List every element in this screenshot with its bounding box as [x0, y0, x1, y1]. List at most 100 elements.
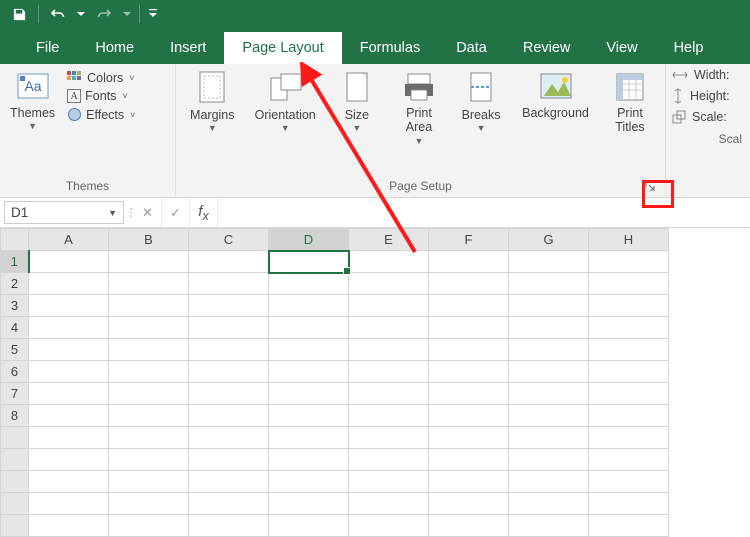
enter-formula-button[interactable]: ✓ [162, 198, 190, 227]
row-header-10[interactable] [1, 449, 29, 471]
row-header-2[interactable]: 2 [1, 273, 29, 295]
height-label: Height: [690, 89, 730, 103]
formula-bar: D1 ▼ ⋮ ✕ ✓ fx [0, 198, 750, 228]
col-header-d[interactable]: D [269, 229, 349, 251]
tab-view[interactable]: View [588, 32, 655, 64]
row-header-11[interactable] [1, 471, 29, 493]
tab-help[interactable]: Help [656, 32, 722, 64]
themes-label: Themes [10, 106, 55, 120]
redo-icon [96, 7, 112, 21]
row-header-8[interactable]: 8 [1, 405, 29, 427]
row-header-6[interactable]: 6 [1, 361, 29, 383]
breaks-button[interactable]: Breaks ▼ [456, 68, 506, 135]
print-titles-button[interactable]: Print Titles [605, 68, 655, 137]
col-header-b[interactable]: B [109, 229, 189, 251]
insert-function-button[interactable]: fx [190, 198, 218, 227]
col-header-e[interactable]: E [349, 229, 429, 251]
name-box[interactable]: D1 ▼ [4, 201, 124, 224]
background-button[interactable]: Background [518, 68, 593, 122]
svg-text:Aa: Aa [24, 78, 41, 94]
height-control[interactable]: Height: [672, 88, 744, 104]
breaks-label: Breaks [462, 108, 501, 122]
group-scale-to-fit: Width: Height: Scale: Scal [666, 64, 750, 197]
save-icon [12, 7, 27, 22]
colors-label: Colors [87, 71, 123, 85]
ribbon-tabs: File Home Insert Page Layout Formulas Da… [0, 28, 750, 64]
background-label: Background [522, 106, 589, 120]
breaks-icon [466, 70, 496, 106]
col-header-a[interactable]: A [29, 229, 109, 251]
scale-label: Scale: [692, 110, 727, 124]
ribbon: Aa Themes ▼ Colors˅ A Fonts˅ Effects˅ [0, 64, 750, 198]
row-header-7[interactable]: 7 [1, 383, 29, 405]
check-icon: ✓ [170, 205, 181, 221]
themes-icon: Aa [16, 70, 50, 104]
caret-down-icon: ▼ [28, 122, 37, 131]
row-header-5[interactable]: 5 [1, 339, 29, 361]
fx-icon: fx [198, 203, 208, 223]
col-header-g[interactable]: G [509, 229, 589, 251]
tab-insert[interactable]: Insert [152, 32, 224, 64]
save-button[interactable] [6, 2, 32, 26]
tab-page-layout[interactable]: Page Layout [224, 32, 341, 64]
row-header-3[interactable]: 3 [1, 295, 29, 317]
dialog-launcher-icon [645, 181, 656, 192]
row-header-13[interactable] [1, 515, 29, 537]
orientation-icon [267, 70, 303, 106]
separator [139, 5, 140, 23]
margins-icon [196, 70, 228, 106]
tab-formulas[interactable]: Formulas [342, 32, 438, 64]
size-button[interactable]: Size ▼ [332, 68, 382, 135]
tab-file[interactable]: File [18, 32, 77, 64]
name-box-value: D1 [11, 205, 28, 220]
cancel-formula-button[interactable]: ✕ [134, 198, 162, 227]
tab-review[interactable]: Review [505, 32, 589, 64]
redo-button[interactable] [91, 2, 117, 26]
quick-access-toolbar [0, 0, 750, 28]
page-setup-dialog-launcher[interactable] [643, 179, 657, 193]
x-icon: ✕ [142, 205, 153, 221]
caret-down-icon [77, 10, 85, 18]
effects-button[interactable]: Effects˅ [63, 106, 139, 123]
effects-icon [67, 107, 82, 122]
fonts-icon: A [67, 89, 81, 103]
print-titles-icon [613, 70, 647, 104]
orientation-button[interactable]: Orientation ▼ [251, 68, 320, 135]
tab-home[interactable]: Home [77, 32, 152, 64]
caret-down-icon: ▼ [108, 208, 117, 218]
size-icon [342, 70, 372, 106]
undo-icon [50, 7, 66, 21]
group-scale-label: Scal [672, 130, 744, 148]
select-all-corner[interactable] [1, 229, 29, 251]
group-page-setup-label: Page Setup [182, 177, 659, 195]
print-titles-label: Print Titles [615, 106, 644, 135]
scale-icon [672, 110, 686, 124]
print-area-icon [402, 70, 436, 104]
background-icon [538, 70, 574, 104]
margins-button[interactable]: Margins ▼ [186, 68, 238, 135]
row-header-9[interactable] [1, 427, 29, 449]
print-area-button[interactable]: Print Area ▼ [394, 68, 444, 148]
size-label: Size [345, 108, 369, 122]
formula-input[interactable] [218, 198, 750, 227]
themes-button[interactable]: Aa Themes ▼ [6, 68, 59, 133]
undo-button[interactable] [45, 2, 71, 26]
row-header-4[interactable]: 4 [1, 317, 29, 339]
redo-more-button[interactable] [121, 2, 133, 26]
row-header-12[interactable] [1, 493, 29, 515]
row-header-1[interactable]: 1 [1, 251, 29, 273]
col-header-f[interactable]: F [429, 229, 509, 251]
fonts-button[interactable]: A Fonts˅ [63, 88, 139, 104]
tab-data[interactable]: Data [438, 32, 505, 64]
width-icon [672, 69, 688, 81]
undo-more-button[interactable] [75, 2, 87, 26]
customize-qat-button[interactable] [146, 2, 160, 26]
grid-table[interactable]: A B C D E F G H 1 2 3 4 5 6 7 8 [0, 228, 669, 537]
width-control[interactable]: Width: [672, 68, 744, 82]
colors-icon [67, 71, 83, 85]
cell-d1[interactable] [269, 251, 349, 273]
col-header-h[interactable]: H [589, 229, 669, 251]
scale-control[interactable]: Scale: [672, 110, 744, 124]
colors-button[interactable]: Colors˅ [63, 70, 139, 86]
col-header-c[interactable]: C [189, 229, 269, 251]
